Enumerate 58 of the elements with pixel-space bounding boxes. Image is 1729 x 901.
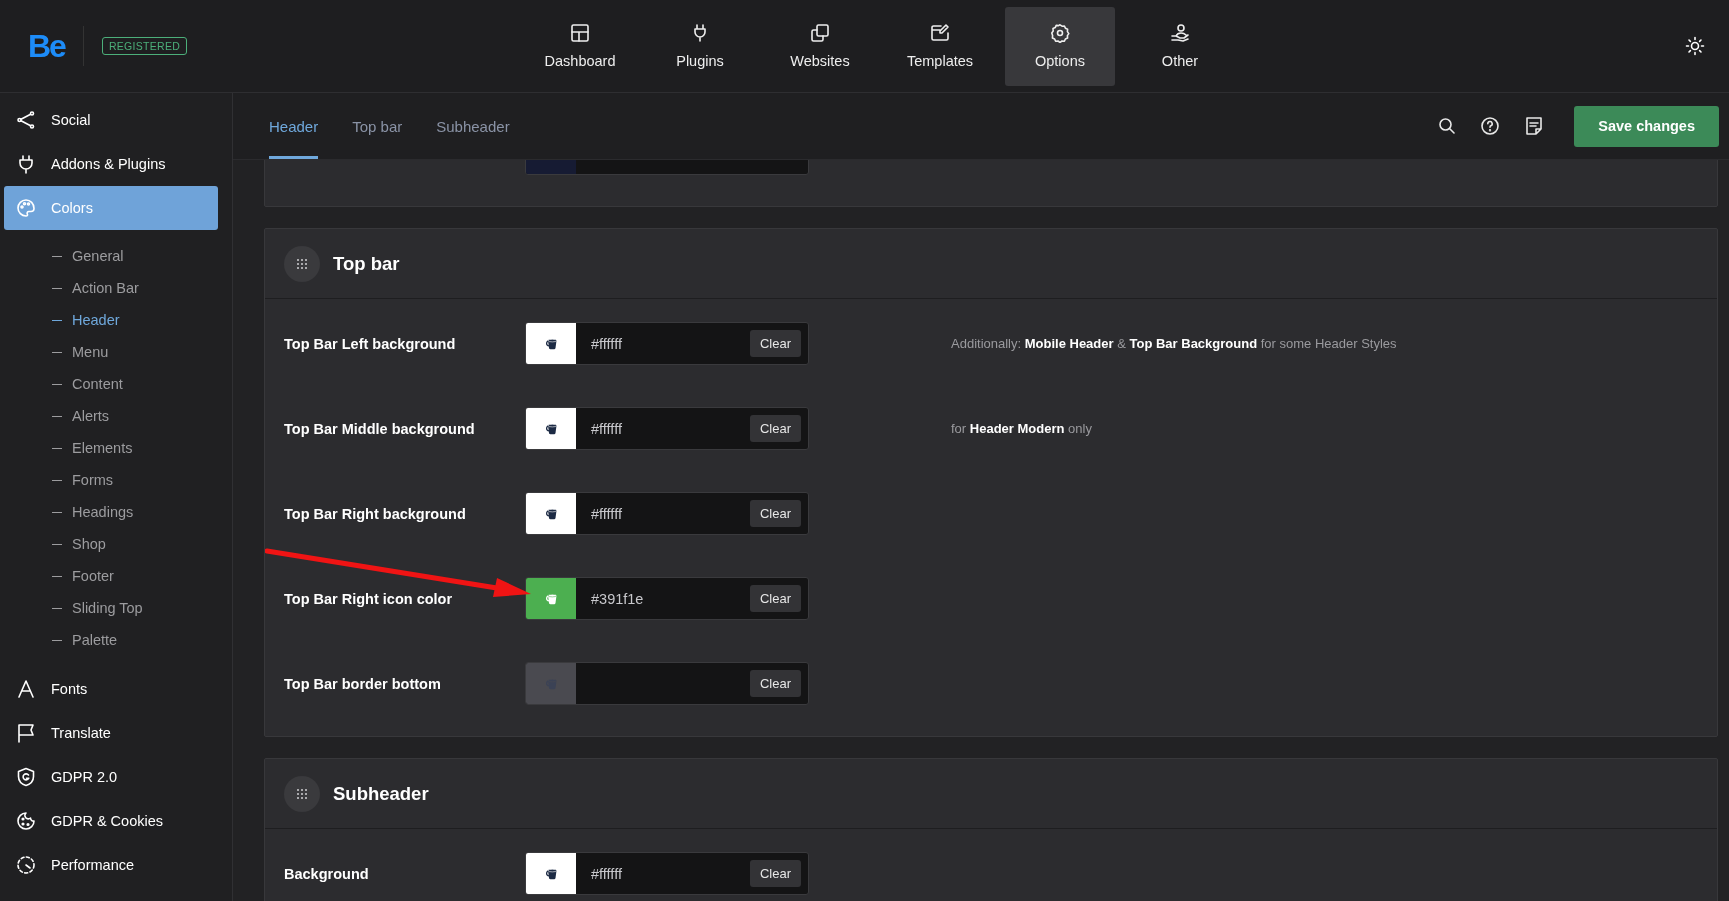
hex-input[interactable]: #ffffff xyxy=(576,323,750,364)
hex-input[interactable]: #ffffff xyxy=(576,853,750,894)
nav-item[interactable]: Websites xyxy=(765,6,875,86)
color-picker-field[interactable]: #ffffff Clear xyxy=(525,852,809,895)
clear-button[interactable]: Clear xyxy=(749,500,801,527)
sidebar-item[interactable]: Addons & Plugins xyxy=(4,142,218,186)
submenu-item[interactable]: Sliding Top xyxy=(4,592,232,624)
color-picker-field[interactable]: Clear xyxy=(525,662,809,705)
color-picker-field[interactable]: #ffffff Clear xyxy=(525,492,809,535)
nav-item[interactable]: Templates xyxy=(885,6,995,86)
field-label: Top Bar Left background xyxy=(284,335,457,352)
nav-item[interactable]: Plugins xyxy=(645,6,755,86)
submenu-item[interactable]: Elements xyxy=(4,432,232,464)
submenu-item[interactable]: Shop xyxy=(4,528,232,560)
field-label: Top Bar border bottom xyxy=(284,675,442,692)
sidebar-item[interactable]: Social xyxy=(4,98,218,142)
sidebar-item[interactable]: Performance xyxy=(4,843,218,887)
clear-button[interactable]: Clear xyxy=(749,330,801,357)
color-picker-field[interactable]: #391f1e Clear xyxy=(525,577,809,620)
color-picker-field[interactable]: #ffffff Clear xyxy=(525,322,809,365)
field-label: Top Bar Middle background xyxy=(284,420,476,437)
field-label: Background xyxy=(284,865,370,882)
submenu-item[interactable]: Footer xyxy=(4,560,232,592)
clear-button[interactable]: Clear xyxy=(749,860,801,887)
submenu-item[interactable]: General xyxy=(4,240,232,272)
section-title: Top bar xyxy=(333,252,400,275)
registered-badge: REGISTERED xyxy=(101,37,188,55)
submenu-item[interactable]: Forms xyxy=(4,464,232,496)
submenu-item[interactable]: Content xyxy=(4,368,232,400)
nav-item[interactable]: Options xyxy=(1005,6,1115,86)
sidebar-item[interactable]: GDPR 2.0 xyxy=(4,755,218,799)
section-title: Subheader xyxy=(333,782,429,805)
tab[interactable]: Subheader xyxy=(436,93,510,159)
clear-button[interactable]: Clear xyxy=(749,415,801,442)
sidebar-item[interactable]: GDPR & Cookies xyxy=(4,799,218,843)
clear-button[interactable]: Clear xyxy=(749,670,801,697)
logo: Be xyxy=(28,26,84,66)
tab[interactable]: Top bar xyxy=(352,93,403,159)
submenu-item[interactable]: Menu xyxy=(4,336,232,368)
submenu-item[interactable]: Alerts xyxy=(4,400,232,432)
nav-item[interactable]: Dashboard xyxy=(525,6,635,86)
hex-input[interactable]: #ffffff xyxy=(576,408,750,449)
hex-input[interactable]: #ffffff xyxy=(576,493,750,534)
submenu-item[interactable]: Action Bar xyxy=(4,272,232,304)
submenu-item[interactable]: Headings xyxy=(4,496,232,528)
hint-text: Additionally: Mobile Header & Top Bar Background for some Header Styles xyxy=(951,336,1397,351)
hint-text: for Header Modern only xyxy=(951,421,1092,436)
submenu-item[interactable]: Header xyxy=(4,304,232,336)
field-label: Top Bar Right icon color xyxy=(284,590,454,607)
submenu-item[interactable]: Palette xyxy=(4,624,232,656)
hex-input[interactable]: #391f1e xyxy=(576,578,750,619)
save-button[interactable]: Save changes xyxy=(1574,105,1719,147)
clear-button[interactable]: Clear xyxy=(749,585,801,612)
color-picker-field[interactable]: #ffffff Clear xyxy=(525,407,809,450)
nav-item[interactable]: Other xyxy=(1125,6,1235,86)
field-label: Top Bar Right background xyxy=(284,505,467,522)
sidebar-item[interactable]: Fonts xyxy=(4,667,218,711)
sidebar-item[interactable]: Translate xyxy=(4,711,218,755)
